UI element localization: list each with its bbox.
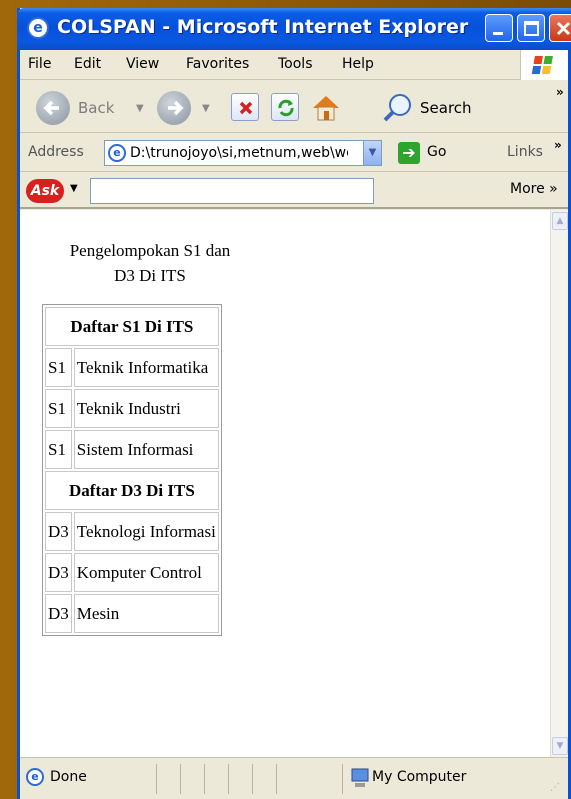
menu-bar: File Edit View Favorites Tools Help [20, 50, 568, 80]
go-button[interactable]: Go [427, 144, 446, 160]
status-divider [228, 764, 229, 794]
stop-icon [239, 101, 253, 115]
ie-page-icon: e [26, 768, 44, 786]
menu-view[interactable]: View [126, 56, 159, 72]
window-title: COLSPAN - Microsoft Internet Explorer [57, 16, 469, 38]
program-cell: Komputer Control [73, 553, 219, 592]
status-divider [252, 764, 253, 794]
program-cell: Sistem Informasi [73, 430, 219, 469]
level-cell: D3 [45, 594, 72, 633]
program-cell: Teknik Industri [73, 389, 219, 428]
menu-favorites[interactable]: Favorites [186, 56, 249, 72]
forward-button[interactable] [157, 91, 191, 125]
stop-button[interactable] [231, 93, 259, 121]
table-row: D3 Komputer Control [45, 553, 219, 592]
forward-dropdown-icon[interactable]: ▼ [202, 103, 210, 114]
status-divider [180, 764, 181, 794]
program-cell: Teknologi Informasi [73, 512, 219, 551]
table-row: D3 Mesin [45, 594, 219, 633]
ask-toolbar: Ask ▼ More » [20, 173, 568, 209]
level-cell: S1 [45, 389, 72, 428]
program-cell: Teknik Informatika [73, 348, 219, 387]
refresh-icon [278, 99, 294, 117]
status-text: Done [50, 769, 87, 785]
back-button[interactable] [36, 91, 70, 125]
close-button[interactable] [549, 14, 571, 42]
computer-icon [351, 768, 369, 787]
address-dropdown-icon[interactable]: ▼ [363, 141, 381, 165]
back-dropdown-icon[interactable]: ▼ [136, 103, 144, 114]
menu-edit[interactable]: Edit [74, 56, 101, 72]
toolbar-overflow-button[interactable]: » [556, 85, 564, 99]
status-divider [204, 764, 205, 794]
status-bar: e Done My Computer ⋰ [20, 757, 568, 799]
s1-header: Daftar S1 Di ITS [45, 307, 219, 346]
desktop-background: e COLSPAN - Microsoft Internet Explorer … [0, 0, 571, 799]
level-cell: D3 [45, 553, 72, 592]
table-header-row: Daftar S1 Di ITS [45, 307, 219, 346]
menu-file[interactable]: File [28, 56, 51, 72]
table-row: D3 Teknologi Informasi [45, 512, 219, 551]
menu-help[interactable]: Help [342, 56, 374, 72]
minimize-button[interactable] [485, 14, 513, 42]
page-icon: e [108, 144, 126, 162]
maximize-icon [524, 21, 539, 36]
level-cell: D3 [45, 512, 72, 551]
ie-logo-icon[interactable]: e [27, 17, 49, 39]
page-content: Pengelompokan S1 dan D3 Di ITS Daftar S1… [20, 210, 550, 757]
level-cell: S1 [45, 348, 72, 387]
address-bar: Address e D:\trunojoyo\si,metnum,web\web… [20, 134, 568, 172]
address-label: Address [28, 144, 84, 160]
d3-header: Daftar D3 Di ITS [45, 471, 219, 510]
scroll-up-icon[interactable]: ▲ [552, 212, 568, 230]
page-heading: Pengelompokan S1 dan D3 Di ITS [30, 238, 270, 288]
scroll-down-icon[interactable]: ▼ [552, 737, 568, 755]
level-cell: S1 [45, 430, 72, 469]
zone-text: My Computer [372, 769, 467, 785]
more-button[interactable]: More » [510, 181, 558, 197]
home-button[interactable] [310, 93, 339, 121]
back-arrow-icon [43, 100, 59, 116]
home-icon [313, 96, 339, 121]
windows-flag-icon [520, 50, 568, 80]
minimize-icon [493, 32, 503, 35]
links-label[interactable]: Links [507, 144, 543, 160]
maximize-button[interactable] [517, 14, 545, 42]
ask-search-input[interactable] [90, 178, 374, 204]
address-value[interactable]: D:\trunojoyo\si,metnum,web\web [130, 145, 348, 161]
forward-arrow-icon [168, 100, 184, 116]
go-arrow-icon[interactable]: ➔ [398, 142, 420, 164]
heading-line-2: D3 Di ITS [114, 266, 186, 285]
heading-line-1: Pengelompokan S1 dan [69, 241, 231, 260]
close-icon [556, 21, 571, 36]
refresh-button[interactable] [271, 93, 299, 121]
search-button-label[interactable]: Search [420, 99, 472, 117]
ask-dropdown-icon[interactable]: ▼ [70, 183, 78, 194]
standard-toolbar: Back ▼ ▼ Search » [20, 81, 568, 133]
vertical-scrollbar[interactable]: ▲ ▼ [550, 210, 568, 757]
ask-logo[interactable]: Ask [26, 179, 64, 203]
links-overflow-button[interactable]: » [554, 138, 562, 152]
table-row: S1 Teknik Industri [45, 389, 219, 428]
status-divider [276, 764, 277, 794]
table-row: S1 Teknik Informatika [45, 348, 219, 387]
program-cell: Mesin [73, 594, 219, 633]
programs-table: Daftar S1 Di ITS S1 Teknik Informatika S… [42, 304, 222, 636]
address-input[interactable]: e D:\trunojoyo\si,metnum,web\web ▼ [104, 140, 382, 166]
back-label[interactable]: Back [78, 99, 114, 117]
status-divider [342, 764, 343, 794]
table-header-row: Daftar D3 Di ITS [45, 471, 219, 510]
browser-window: e COLSPAN - Microsoft Internet Explorer … [17, 8, 571, 799]
search-icon[interactable] [380, 91, 416, 125]
table-row: S1 Sistem Informasi [45, 430, 219, 469]
status-divider [156, 764, 157, 794]
title-bar[interactable]: e COLSPAN - Microsoft Internet Explorer [17, 8, 571, 50]
resize-grip-icon[interactable]: ⋰ [550, 782, 560, 793]
menu-tools[interactable]: Tools [278, 56, 313, 72]
